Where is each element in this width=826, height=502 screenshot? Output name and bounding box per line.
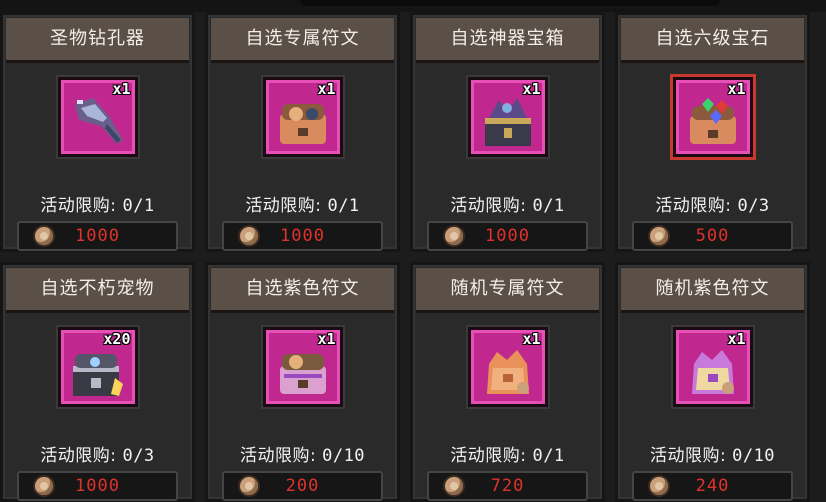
limit-label: 活动限购: [649,446,727,466]
item-quantity: x1 [727,330,746,348]
limit-value: 0/1 [327,196,360,216]
shop-card[interactable]: 自选专属符文 x1 活动限购: 0/1 1000 [205,12,400,252]
item-title: 自选专属符文 [211,18,394,63]
purchase-limit: 活动限购: 0/1 [3,191,192,216]
item-title: 圣物钻孔器 [6,18,189,63]
item-slot[interactable]: x20 [57,327,138,407]
purchase-limit: 活动限购: 0/1 [208,191,397,216]
purchase-limit: 活动限购: 0/1 [413,191,602,216]
price-value: 200 [285,476,320,496]
drill-icon [74,98,123,144]
limit-value: 0/10 [322,446,366,466]
price-value: 240 [695,476,730,496]
shop-grid: 圣物钻孔器 x1 活动限购: 0/1 1000 自选专属符文 x1 活动限购: … [0,0,826,502]
price-button[interactable]: 720 [427,471,588,501]
item-slot[interactable]: x1 [672,327,753,407]
gem-chest-icon [689,98,736,144]
artifact-chest-icon [484,98,531,146]
limit-value: 0/1 [122,196,155,216]
price-value: 1000 [280,226,325,246]
price-value: 500 [695,226,730,246]
shop-card[interactable]: 自选神器宝箱 x1 活动限购: 0/1 1000 [410,12,605,252]
price-button[interactable]: 240 [632,471,793,501]
limit-label: 活动限购: [40,196,117,216]
item-title: 自选紫色符文 [211,268,394,313]
limit-value: 0/10 [732,446,776,466]
item-title: 自选六级宝石 [621,18,804,63]
price-value: 1000 [75,476,120,496]
item-quantity: x1 [522,330,541,348]
price-value: 1000 [75,226,120,246]
item-slot[interactable]: x1 [467,327,548,407]
limit-label: 活动限购: [450,446,527,466]
limit-value: 0/3 [122,446,155,466]
item-slot[interactable]: x1 [262,77,343,157]
item-quantity: x1 [112,80,131,98]
price-button[interactable]: 1000 [222,221,383,251]
price-value: 1000 [485,226,530,246]
item-title: 随机紫色符文 [621,268,804,313]
price-button[interactable]: 1000 [17,221,178,251]
purple-rune-chest-icon [279,354,326,394]
shop-card[interactable]: 自选紫色符文 x1 活动限购: 0/10 200 [205,262,400,502]
limit-label: 活动限购: [655,196,732,216]
item-title: 自选不朽宠物 [6,268,189,313]
random-rune-bag-icon [486,350,529,394]
item-quantity: x1 [522,80,541,98]
limit-label: 活动限购: [40,446,117,466]
item-title: 自选神器宝箱 [416,18,599,63]
random-purple-rune-bag-icon [691,350,734,394]
price-value: 720 [490,476,525,496]
item-slot[interactable]: x1 [672,77,753,157]
purchase-limit: 活动限购: 0/1 [413,441,602,466]
limit-label: 活动限购: [239,446,317,466]
price-button[interactable]: 1000 [427,221,588,251]
shop-card[interactable]: 随机专属符文 x1 活动限购: 0/1 720 [410,262,605,502]
item-slot[interactable]: x1 [262,327,343,407]
limit-label: 活动限购: [245,196,322,216]
item-quantity: x1 [317,80,336,98]
shop-card[interactable]: 自选不朽宠物 x20 活动限购: 0/3 1000 [0,262,195,502]
item-quantity: x1 [317,330,336,348]
shop-card[interactable]: 随机紫色符文 x1 活动限购: 0/10 240 [615,262,810,502]
limit-value: 0/3 [737,196,770,216]
price-button[interactable]: 500 [632,221,793,251]
limit-label: 活动限购: [450,196,527,216]
rune-chest-icon [279,104,326,144]
limit-value: 0/1 [532,196,565,216]
price-button[interactable]: 200 [222,471,383,501]
item-slot[interactable]: x1 [467,77,548,157]
purchase-limit: 活动限购: 0/3 [3,441,192,466]
purchase-limit: 活动限购: 0/10 [618,441,807,466]
purchase-limit: 活动限购: 0/10 [208,441,397,466]
item-quantity: x1 [727,80,746,98]
item-slot[interactable]: x1 [57,77,138,157]
item-quantity: x20 [103,330,131,348]
limit-value: 0/1 [532,446,565,466]
item-title: 随机专属符文 [416,268,599,313]
shop-card[interactable]: 自选六级宝石 x1 活动限购: 0/3 500 [615,12,810,252]
pet-chest-icon [72,354,123,396]
price-button[interactable]: 1000 [17,471,178,501]
purchase-limit: 活动限购: 0/3 [618,191,807,216]
shop-card[interactable]: 圣物钻孔器 x1 活动限购: 0/1 1000 [0,12,195,252]
